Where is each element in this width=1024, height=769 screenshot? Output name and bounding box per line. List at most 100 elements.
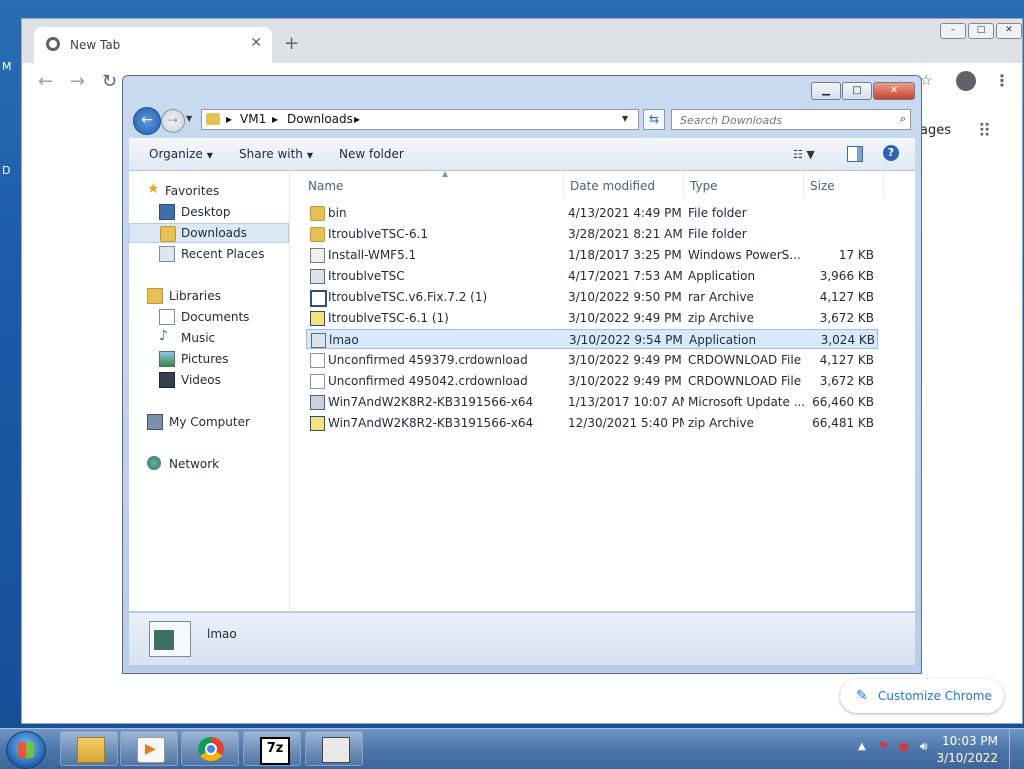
nav-desktop[interactable]: Desktop: [129, 202, 289, 222]
nav-downloads[interactable]: Downloads: [129, 223, 289, 243]
column-header-date[interactable]: Date modified: [564, 171, 684, 199]
file-icon: [310, 374, 325, 389]
help-icon[interactable]: ?: [883, 145, 899, 161]
file-name: ItroublveTSC-6.1: [328, 227, 429, 241]
refresh-button[interactable]: ⇆: [643, 109, 665, 130]
menu-kebab-icon[interactable]: ⋮: [994, 71, 1010, 90]
column-header-type[interactable]: Type: [684, 171, 804, 199]
recent-pages-dropdown-icon[interactable]: ▼: [186, 114, 192, 123]
taskbar-7zip-button[interactable]: 7z: [243, 731, 301, 766]
share-with-button[interactable]: Share with ▼: [239, 147, 313, 161]
taskbar-explorer-button[interactable]: [60, 731, 118, 766]
file-date: 4/13/2021 4:49 PM: [568, 206, 682, 220]
app-icon: [322, 737, 350, 763]
reload-icon[interactable]: ↻: [102, 71, 117, 92]
file-name: Win7AndW2K8R2-KB3191566-x64: [328, 416, 534, 430]
forward-arrow-icon[interactable]: →: [70, 71, 85, 92]
nav-documents-label: Documents: [181, 310, 250, 324]
maximize-button[interactable]: □: [842, 82, 872, 100]
nav-documents[interactable]: Documents: [129, 307, 289, 327]
new-folder-button[interactable]: New folder: [339, 147, 404, 161]
network-alert-icon[interactable]: ▣: [898, 739, 909, 753]
table-row[interactable]: Unconfirmed 459379.crdownload 3/10/2022 9…: [306, 350, 878, 370]
organize-button[interactable]: Organize ▼: [149, 147, 213, 161]
nav-my-computer[interactable]: My Computer: [129, 412, 289, 432]
table-row[interactable]: ItroublveTSC-6.1 3/28/2021 8:21 AM File fo…: [306, 224, 878, 244]
nav-network[interactable]: Network: [129, 454, 289, 474]
column-name-label: Name: [308, 179, 344, 193]
search-input[interactable]: [678, 111, 892, 130]
preview-pane-icon[interactable]: [847, 146, 863, 162]
taskbar-app-button[interactable]: [305, 731, 363, 766]
clock-time[interactable]: 10:03 PM: [942, 734, 998, 748]
chrome-tabstrip: New Tab ✕ + – □ ✕: [22, 19, 1022, 63]
app-icon: [311, 333, 326, 348]
table-row[interactable]: Win7AndW2K8R2-KB3191566-x64 1/13/2017 10:…: [306, 392, 878, 412]
table-row[interactable]: ItroublveTSC.v6.Fix.7.2 (1) 3/10/2022 9:5…: [306, 287, 878, 307]
zip-icon: [310, 311, 325, 326]
start-button[interactable]: [6, 731, 46, 769]
nav-libraries[interactable]: Libraries: [129, 286, 289, 306]
address-dropdown-icon[interactable]: ▼: [622, 114, 628, 123]
table-row[interactable]: lmao 3/10/2022 9:54 PM Application 3,024 KB: [306, 329, 878, 349]
table-row[interactable]: Win7AndW2K8R2-KB3191566-x64 12/30/2021 5:…: [306, 413, 878, 433]
file-size: 4,127 KB: [819, 290, 874, 304]
forward-button[interactable]: →: [161, 109, 185, 133]
file-type: CRDOWNLOAD File: [688, 374, 802, 388]
breadcrumb-separator-icon[interactable]: ▸: [272, 112, 278, 126]
file-type: Application: [688, 269, 756, 283]
powershell-icon: [310, 248, 325, 263]
breadcrumb-separator-icon[interactable]: ▸: [226, 112, 232, 126]
nav-desktop-label: Desktop: [181, 205, 231, 219]
table-row[interactable]: ItroublveTSC-6.1 (1) 3/10/2022 9:49 PM zip…: [306, 308, 878, 328]
desktop-icon: [159, 204, 175, 220]
close-button[interactable]: ✕: [996, 23, 1022, 39]
file-size: 3,672 KB: [819, 311, 874, 325]
file-date: 1/18/2017 3:25 PM: [568, 248, 682, 262]
flag-alert-icon[interactable]: ⚑: [878, 739, 889, 753]
nav-favorites[interactable]: ★ Favorites: [129, 181, 289, 201]
breadcrumb-separator-icon[interactable]: ▸: [354, 112, 360, 126]
table-row[interactable]: ItroublveTSC 4/17/2021 7:53 AM Application…: [306, 266, 878, 286]
file-type: Microsoft Update ...: [688, 395, 804, 409]
file-date: 3/10/2022 9:49 PM: [568, 353, 682, 367]
images-link[interactable]: ages: [920, 123, 951, 138]
close-icon[interactable]: ✕: [250, 35, 262, 51]
nav-videos[interactable]: Videos: [129, 370, 289, 390]
new-tab-button[interactable]: +: [284, 33, 299, 54]
show-hidden-icons-icon[interactable]: ▲: [858, 741, 866, 752]
table-row[interactable]: bin 4/13/2021 4:49 PM File folder: [306, 203, 878, 223]
taskbar-chrome-button[interactable]: [181, 731, 239, 766]
nav-music-label: Music: [181, 331, 216, 345]
column-header-size[interactable]: Size: [804, 171, 884, 199]
tab-new-tab[interactable]: New Tab ✕: [34, 27, 272, 63]
nav-music[interactable]: ♪ Music: [129, 328, 289, 348]
volume-icon[interactable]: 🔊︎: [920, 739, 928, 754]
nav-recent-places[interactable]: Recent Places: [129, 244, 289, 264]
table-row[interactable]: Install-WMF5.1 1/18/2017 3:25 PM Windows P…: [306, 245, 878, 265]
close-button[interactable]: ✕: [873, 82, 915, 100]
column-header-name[interactable]: ▲ Name: [302, 169, 564, 199]
table-row[interactable]: Unconfirmed 495042.crdownload 3/10/2022 9…: [306, 371, 878, 391]
back-arrow-icon[interactable]: ←: [38, 71, 53, 92]
back-button[interactable]: ←: [133, 107, 161, 135]
minimize-button[interactable]: ▁: [811, 82, 841, 100]
view-options-icon[interactable]: ☷ ▼: [793, 148, 815, 161]
clock-date[interactable]: 3/10/2022: [936, 751, 998, 765]
address-bar[interactable]: ▸ VM1 ▸ Downloads ▸: [201, 109, 639, 130]
file-date: 3/10/2022 9:50 PM: [568, 290, 682, 304]
breadcrumb-vm1[interactable]: VM1: [240, 112, 266, 126]
minimize-button[interactable]: –: [940, 23, 966, 39]
customize-chrome-button[interactable]: ✎ Customize Chrome: [840, 679, 1004, 713]
search-icon[interactable]: ⌕: [900, 112, 906, 126]
file-type: zip Archive: [688, 311, 754, 325]
apps-grid-icon[interactable]: ⠿: [978, 121, 991, 142]
profile-avatar-icon[interactable]: [956, 71, 976, 91]
maximize-button[interactable]: □: [968, 23, 994, 39]
taskbar-media-player-button[interactable]: [120, 731, 178, 766]
nav-pictures[interactable]: Pictures: [129, 349, 289, 369]
breadcrumb-downloads[interactable]: Downloads: [287, 112, 353, 126]
file-type: File folder: [688, 227, 747, 241]
show-desktop-button[interactable]: [1009, 729, 1024, 769]
file-date: 4/17/2021 7:53 AM: [568, 269, 683, 283]
